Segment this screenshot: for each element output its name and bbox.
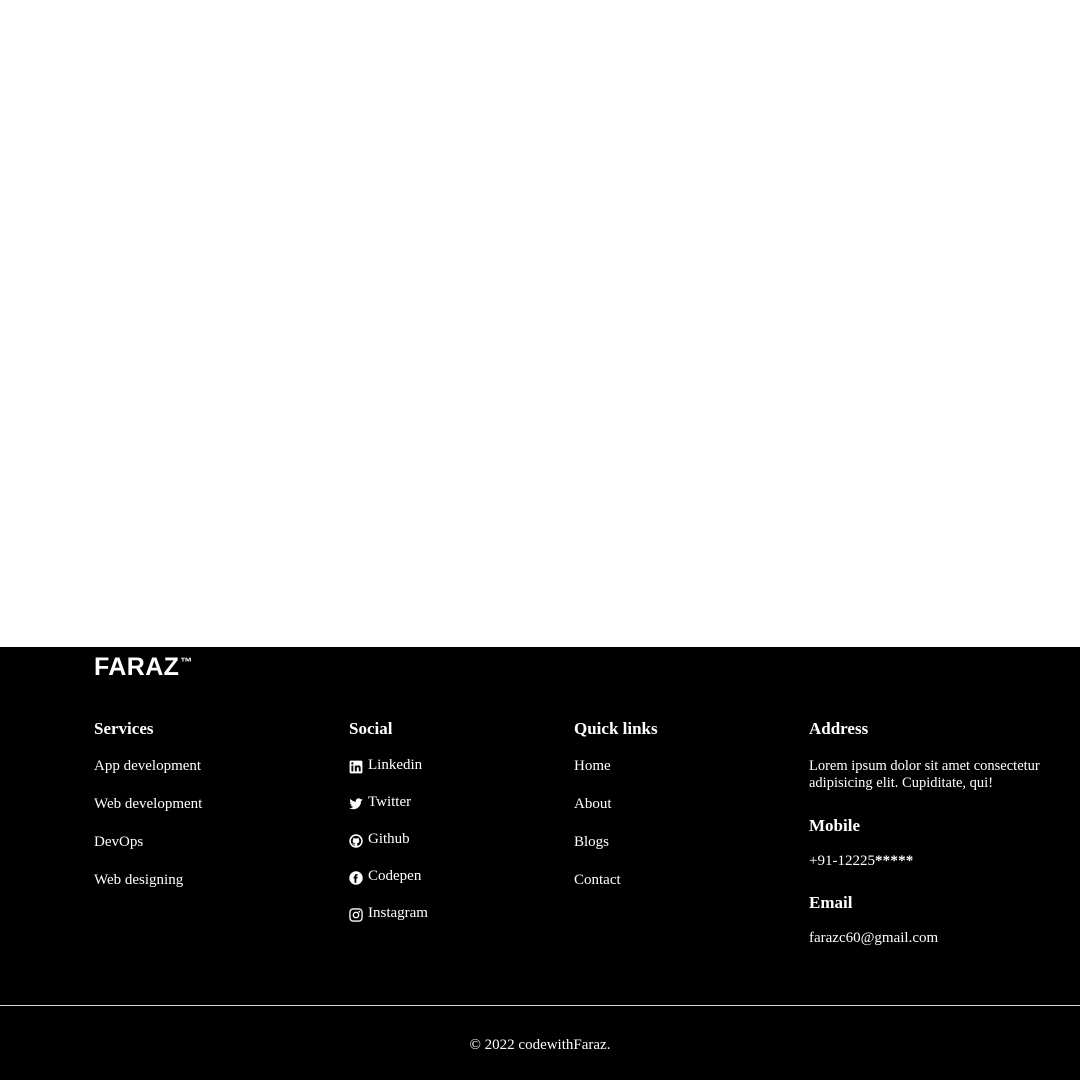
brand-name: FARAZ xyxy=(94,653,180,681)
quick-links-list: Home About Blogs Contact xyxy=(574,758,784,888)
address-text: Lorem ipsum dolor sit amet consectetur a… xyxy=(809,758,1040,791)
services-link-devops[interactable]: DevOps xyxy=(94,835,143,850)
mobile-value[interactable]: +91-12225***** xyxy=(809,854,1061,869)
list-item: Github xyxy=(349,831,559,848)
footer-column-services: Services App development Web development… xyxy=(94,719,334,888)
page-content-area xyxy=(0,0,1080,647)
social-link-codepen[interactable]: Codepen xyxy=(349,868,559,885)
social-link-github[interactable]: Github xyxy=(349,831,559,848)
trademark-symbol: ™ xyxy=(180,654,193,669)
quick-link-home[interactable]: Home xyxy=(574,759,611,774)
social-label-twitter: Twitter xyxy=(368,794,412,810)
mobile-heading: Mobile xyxy=(809,816,860,835)
footer-divider xyxy=(0,1005,1080,1006)
social-link-twitter[interactable]: Twitter xyxy=(349,795,559,810)
column-heading-social: Social xyxy=(349,719,393,738)
twitter-icon xyxy=(349,797,363,811)
email-heading: Email xyxy=(809,893,853,912)
linkedin-icon xyxy=(349,760,363,774)
list-item: About xyxy=(574,796,784,812)
quick-link-contact[interactable]: Contact xyxy=(574,873,621,888)
list-item: Web development xyxy=(94,796,334,812)
footer-logo[interactable]: FARAZ™ xyxy=(94,655,192,680)
column-heading-services: Services xyxy=(94,719,154,738)
column-heading-quick-links: Quick links xyxy=(574,719,658,738)
instagram-icon xyxy=(349,907,363,922)
list-item: App development xyxy=(94,758,334,774)
list-item: Twitter xyxy=(349,795,559,810)
services-link-web-designing[interactable]: Web designing xyxy=(94,873,183,888)
copyright-text: © 2022 codewithFaraz. xyxy=(469,1037,611,1053)
social-link-linkedin[interactable]: Linkedin xyxy=(349,758,559,773)
quick-link-about[interactable]: About xyxy=(574,797,612,812)
list-item: Contact xyxy=(574,872,784,888)
list-item: Blogs xyxy=(574,834,784,850)
social-label-github: Github xyxy=(368,831,410,847)
social-label-instagram: Instagram xyxy=(368,905,428,921)
quick-link-blogs[interactable]: Blogs xyxy=(574,835,609,850)
services-link-app-development[interactable]: App development xyxy=(94,759,201,774)
social-list: Linkedin Twitter Github Codepen Instagra… xyxy=(349,758,559,922)
list-item: Web designing xyxy=(94,872,334,888)
email-value[interactable]: farazc60@gmail.com xyxy=(809,931,1061,946)
footer-column-quick-links: Quick links Home About Blogs Contact xyxy=(574,719,784,888)
mobile-masked-digits: ***** xyxy=(874,853,914,869)
list-item: DevOps xyxy=(94,834,334,850)
footer-column-address: Address Lorem ipsum dolor sit amet conse… xyxy=(809,719,1061,946)
social-label-codepen: Codepen xyxy=(368,868,422,884)
social-label-linkedin: Linkedin xyxy=(368,757,423,773)
social-link-instagram[interactable]: Instagram xyxy=(349,905,559,922)
footer-column-social: Social Linkedin Twitter Github Codepen I… xyxy=(349,719,559,922)
services-link-web-development[interactable]: Web development xyxy=(94,797,202,812)
github-icon xyxy=(349,833,363,848)
list-item: Home xyxy=(574,758,784,774)
list-item: Codepen xyxy=(349,868,559,885)
site-footer: FARAZ™ Services App development Web deve… xyxy=(0,647,1080,1080)
mobile-number: +91-12225 xyxy=(809,853,875,869)
column-heading-address: Address xyxy=(809,719,869,738)
services-list: App development Web development DevOps W… xyxy=(94,758,334,888)
list-item: Linkedin xyxy=(349,758,559,773)
facebook-icon xyxy=(349,870,363,885)
list-item: Instagram xyxy=(349,905,559,922)
